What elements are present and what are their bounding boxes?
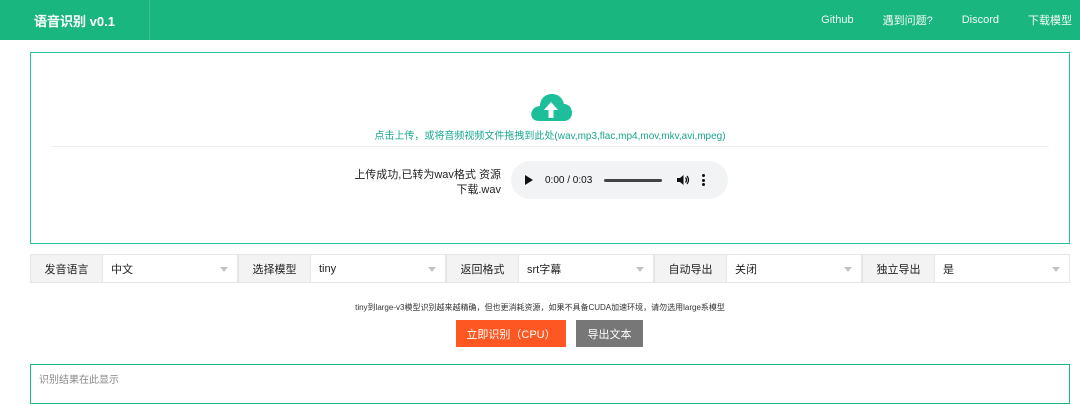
audio-time: 0:00 / 0:03: [545, 174, 593, 186]
option-label: 独立导出: [863, 255, 935, 282]
more-options-icon[interactable]: [702, 174, 706, 186]
model-tip: tiny到large-v3模型识别越来越精确，但也更消耗资源，如果不具备CUDA…: [355, 303, 725, 312]
selected-value: 中文: [111, 263, 133, 276]
chevron-down-icon: [220, 267, 228, 272]
nav-link-github[interactable]: Github: [821, 14, 853, 26]
option-label: 返回格式: [447, 255, 519, 282]
option-auto-export: 自动导出 关闭: [654, 254, 862, 283]
volume-icon[interactable]: [676, 174, 690, 186]
audio-progress-track[interactable]: [604, 178, 663, 182]
option-model: 选择模型 tiny: [238, 254, 446, 283]
upload-status: 上传成功,已转为wav格式 资源下载.wav: [354, 169, 501, 196]
nav-links: Github 遇到问题? Discord 下载模型: [821, 0, 1080, 40]
export-text-button[interactable]: 导出文本: [576, 320, 643, 347]
cloud-upload-icon: [531, 94, 572, 121]
option-label: 发音语言: [31, 255, 103, 282]
recognize-button[interactable]: 立即识别（CPU）: [456, 320, 566, 347]
nav-link-download-model[interactable]: 下载模型: [1028, 12, 1072, 28]
app-title[interactable]: 语音识别 v0.1: [0, 0, 150, 40]
separate-export-select[interactable]: 是: [935, 255, 1069, 282]
auto-export-select[interactable]: 关闭: [727, 255, 861, 282]
language-select[interactable]: 中文: [103, 255, 237, 282]
upload-dropzone[interactable]: 点击上传，或将音频视频文件拖拽到此处(wav,mp3,flac,mp4,mov,…: [30, 52, 1070, 244]
audio-player[interactable]: 0:00 / 0:03: [511, 161, 728, 199]
selected-value: 关闭: [735, 263, 757, 276]
selected-value: srt字幕: [527, 263, 562, 276]
format-select[interactable]: srt字幕: [519, 255, 653, 282]
selected-value: 是: [943, 263, 954, 276]
option-label: 选择模型: [239, 255, 311, 282]
nav-link-discord[interactable]: Discord: [962, 14, 999, 26]
nav-link-help[interactable]: 遇到问题?: [883, 12, 933, 28]
play-icon[interactable]: [525, 175, 533, 185]
option-format: 返回格式 srt字幕: [446, 254, 654, 283]
selected-value: tiny: [319, 262, 337, 275]
top-navbar: 语音识别 v0.1 Github 遇到问题? Discord 下载模型: [0, 0, 1080, 40]
result-textarea[interactable]: 识别结果在此显示: [30, 364, 1070, 404]
options-row: 发音语言 中文 选择模型 tiny 返回格式 srt字幕 自动导出 关闭 独立导…: [30, 254, 1070, 283]
option-separate-export: 独立导出 是: [862, 254, 1070, 283]
chevron-down-icon: [636, 267, 644, 272]
chevron-down-icon: [844, 267, 852, 272]
option-language: 发音语言 中文: [30, 254, 238, 283]
chevron-down-icon: [428, 267, 436, 272]
model-select[interactable]: tiny: [311, 255, 445, 282]
chevron-down-icon: [1052, 267, 1060, 272]
upload-hint: 点击上传，或将音频视频文件拖拽到此处(wav,mp3,flac,mp4,mov,…: [374, 131, 726, 142]
divider: [51, 146, 1049, 147]
option-label: 自动导出: [655, 255, 727, 282]
